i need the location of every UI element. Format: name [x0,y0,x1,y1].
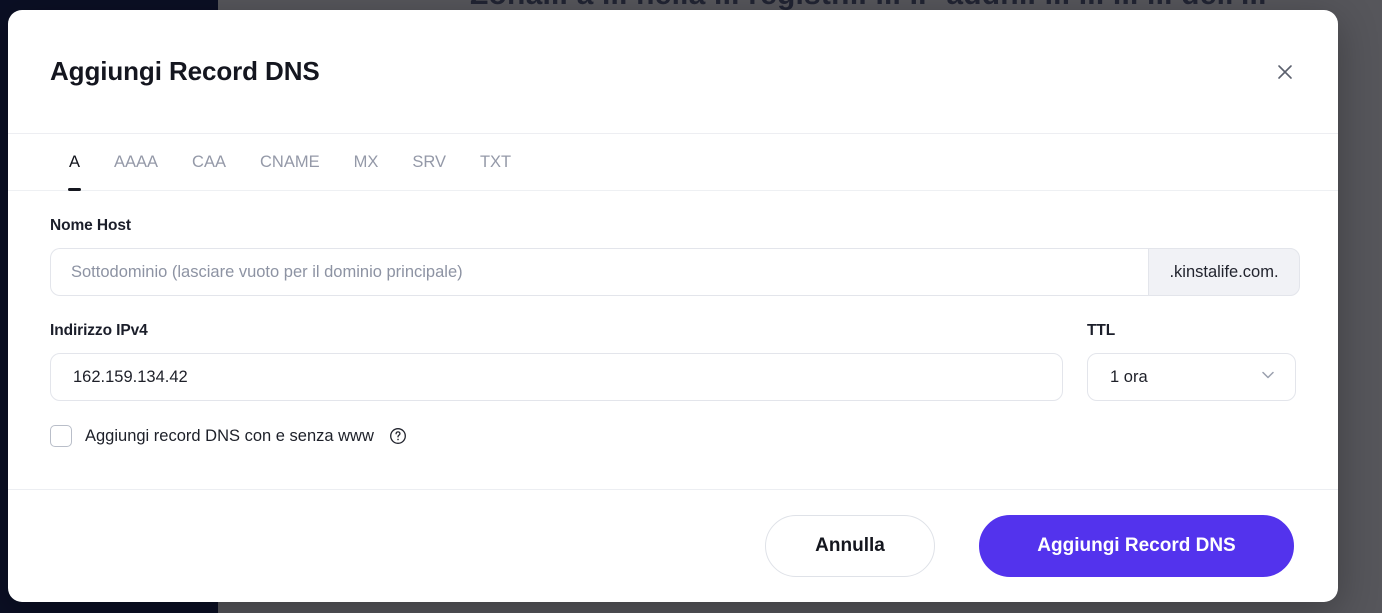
ipv4-input[interactable] [50,353,1064,401]
tab-caa[interactable]: CAA [175,134,243,190]
close-icon [1275,62,1295,82]
www-checkbox[interactable] [50,425,72,447]
tab-srv[interactable]: SRV [395,134,463,190]
ipv4-ttl-row: Indirizzo IPv4 TTL 1 ora [50,322,1296,401]
close-button[interactable] [1268,55,1302,89]
host-domain-suffix: .kinstalife.com. [1148,248,1300,296]
tab-cname[interactable]: CNAME [243,134,337,190]
www-checkbox-row: Aggiungi record DNS con e senza www [50,425,1296,447]
dialog-body: Nome Host .kinstalife.com. Indirizzo IPv… [8,191,1338,489]
tab-txt[interactable]: TXT [463,134,528,190]
submit-add-dns-record-button[interactable]: Aggiungi Record DNS [979,515,1294,577]
tab-a[interactable]: A [52,134,97,191]
dialog-footer: Annulla Aggiungi Record DNS [8,489,1338,602]
ipv4-label: Indirizzo IPv4 [50,322,148,339]
ttl-label: TTL [1087,322,1116,339]
dialog-header: Aggiungi Record DNS [8,10,1338,134]
tab-aaaa[interactable]: AAAA [97,134,175,190]
chevron-down-icon [1259,366,1277,389]
ipv4-field-group: Indirizzo IPv4 [50,322,1064,401]
record-type-tabs: A AAAA CAA CNAME MX SRV TXT [8,134,1338,191]
ttl-select[interactable]: 1 ora [1087,353,1296,401]
ttl-field-group: TTL 1 ora [1087,322,1296,401]
host-name-field-group: .kinstalife.com. [50,248,1300,296]
question-circle-icon[interactable] [389,427,407,445]
ttl-selected-value: 1 ora [1110,367,1148,386]
add-dns-record-dialog: Aggiungi Record DNS A AAAA CAA CNAME MX … [8,10,1338,602]
host-name-label: Nome Host [50,217,131,234]
tab-mx[interactable]: MX [337,134,396,190]
www-checkbox-label: Aggiungi record DNS con e senza www [85,426,374,445]
host-name-input[interactable] [50,248,1148,296]
page-title: Aggiungi Record DNS [50,56,320,86]
cancel-button[interactable]: Annulla [765,515,935,577]
ttl-select-wrap: 1 ora [1087,353,1296,401]
